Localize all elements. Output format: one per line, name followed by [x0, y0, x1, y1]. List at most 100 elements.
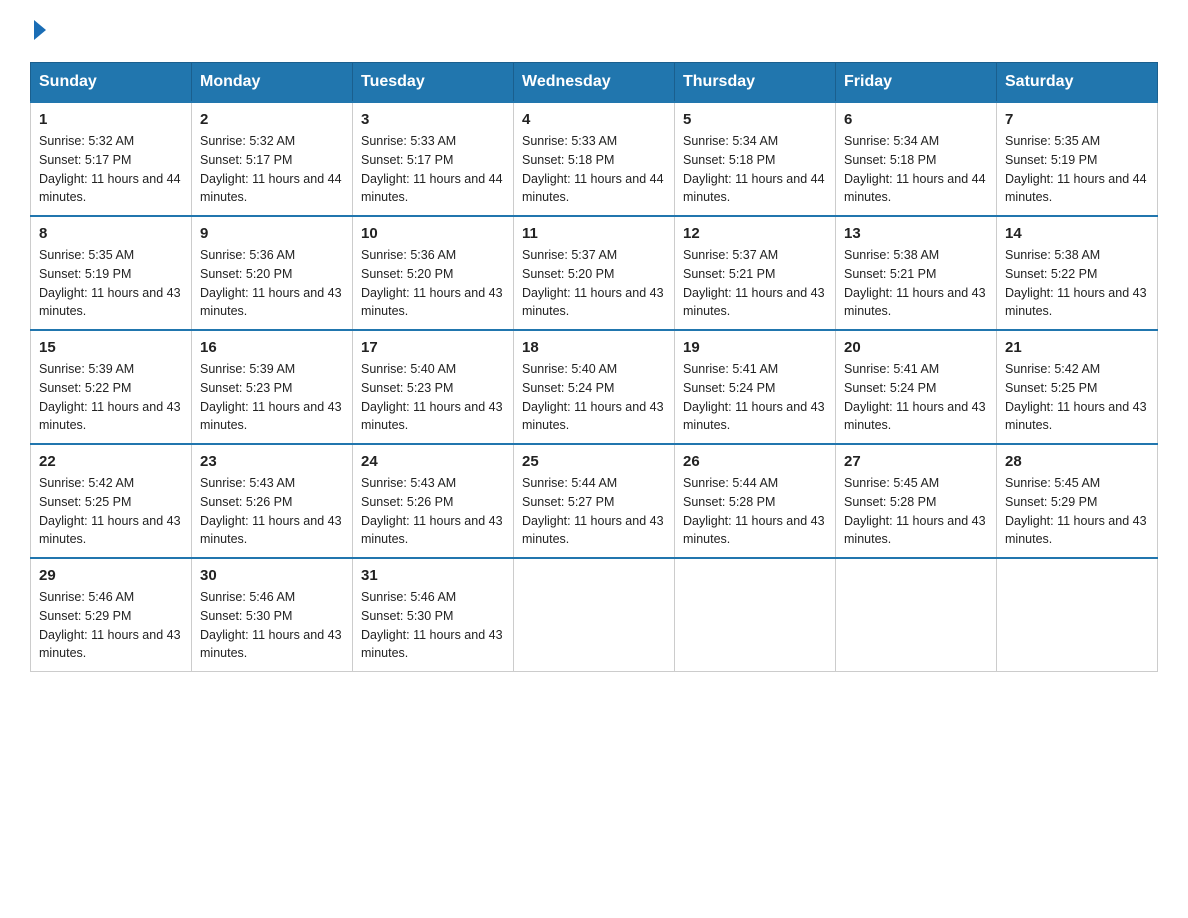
calendar-day-cell — [514, 558, 675, 672]
day-number: 1 — [39, 111, 183, 128]
day-info: Sunrise: 5:39 AMSunset: 5:23 PMDaylight:… — [200, 360, 344, 435]
day-number: 11 — [522, 225, 666, 242]
calendar-day-cell: 17 Sunrise: 5:40 AMSunset: 5:23 PMDayligh… — [353, 330, 514, 444]
day-number: 5 — [683, 111, 827, 128]
day-info: Sunrise: 5:40 AMSunset: 5:24 PMDaylight:… — [522, 360, 666, 435]
calendar-day-cell: 15 Sunrise: 5:39 AMSunset: 5:22 PMDayligh… — [31, 330, 192, 444]
calendar-day-cell: 25 Sunrise: 5:44 AMSunset: 5:27 PMDayligh… — [514, 444, 675, 558]
calendar-day-cell: 14Sunrise: 5:38 AMSunset: 5:22 PMDayligh… — [997, 216, 1158, 330]
calendar-day-cell: 18 Sunrise: 5:40 AMSunset: 5:24 PMDayligh… — [514, 330, 675, 444]
day-info: Sunrise: 5:38 AMSunset: 5:21 PMDaylight:… — [844, 246, 988, 321]
calendar-day-cell: 26 Sunrise: 5:44 AMSunset: 5:28 PMDayligh… — [675, 444, 836, 558]
day-number: 4 — [522, 111, 666, 128]
day-number: 26 — [683, 453, 827, 470]
day-number: 2 — [200, 111, 344, 128]
day-number: 31 — [361, 567, 505, 584]
day-number: 9 — [200, 225, 344, 242]
day-info: Sunrise: 5:36 AMSunset: 5:20 PMDaylight:… — [200, 246, 344, 321]
day-number: 29 — [39, 567, 183, 584]
day-number: 30 — [200, 567, 344, 584]
weekday-header-monday: Monday — [192, 63, 353, 103]
calendar-day-cell: 28Sunrise: 5:45 AMSunset: 5:29 PMDayligh… — [997, 444, 1158, 558]
day-info: Sunrise: 5:46 AMSunset: 5:30 PMDaylight:… — [200, 588, 344, 663]
day-info: Sunrise: 5:32 AMSunset: 5:17 PMDaylight:… — [39, 132, 183, 207]
page-header — [30, 20, 1158, 42]
day-info: Sunrise: 5:43 AMSunset: 5:26 PMDaylight:… — [361, 474, 505, 549]
day-number: 27 — [844, 453, 988, 470]
day-number: 15 — [39, 339, 183, 356]
calendar-day-cell: 31 Sunrise: 5:46 AMSunset: 5:30 PMDayligh… — [353, 558, 514, 672]
day-number: 14 — [1005, 225, 1149, 242]
calendar-day-cell — [675, 558, 836, 672]
day-number: 17 — [361, 339, 505, 356]
day-number: 10 — [361, 225, 505, 242]
day-number: 12 — [683, 225, 827, 242]
calendar-day-cell: 12 Sunrise: 5:37 AMSunset: 5:21 PMDayligh… — [675, 216, 836, 330]
day-number: 22 — [39, 453, 183, 470]
day-number: 19 — [683, 339, 827, 356]
calendar-day-cell: 1 Sunrise: 5:32 AMSunset: 5:17 PMDaylight… — [31, 102, 192, 216]
day-number: 23 — [200, 453, 344, 470]
calendar-day-cell: 7 Sunrise: 5:35 AMSunset: 5:19 PMDaylight… — [997, 102, 1158, 216]
day-number: 7 — [1005, 111, 1149, 128]
day-info: Sunrise: 5:33 AMSunset: 5:17 PMDaylight:… — [361, 132, 505, 207]
day-info: Sunrise: 5:40 AMSunset: 5:23 PMDaylight:… — [361, 360, 505, 435]
weekday-header-saturday: Saturday — [997, 63, 1158, 103]
calendar-day-cell: 22 Sunrise: 5:42 AMSunset: 5:25 PMDayligh… — [31, 444, 192, 558]
calendar-week-row: 8 Sunrise: 5:35 AMSunset: 5:19 PMDaylight… — [31, 216, 1158, 330]
calendar-week-row: 15 Sunrise: 5:39 AMSunset: 5:22 PMDayligh… — [31, 330, 1158, 444]
calendar-day-cell — [997, 558, 1158, 672]
day-number: 20 — [844, 339, 988, 356]
calendar-day-cell: 16 Sunrise: 5:39 AMSunset: 5:23 PMDayligh… — [192, 330, 353, 444]
day-info: Sunrise: 5:45 AMSunset: 5:28 PMDaylight:… — [844, 474, 988, 549]
day-info: Sunrise: 5:34 AMSunset: 5:18 PMDaylight:… — [683, 132, 827, 207]
day-number: 18 — [522, 339, 666, 356]
weekday-header-tuesday: Tuesday — [353, 63, 514, 103]
day-info: Sunrise: 5:41 AMSunset: 5:24 PMDaylight:… — [844, 360, 988, 435]
calendar-day-cell: 23Sunrise: 5:43 AMSunset: 5:26 PMDayligh… — [192, 444, 353, 558]
day-info: Sunrise: 5:44 AMSunset: 5:27 PMDaylight:… — [522, 474, 666, 549]
day-number: 8 — [39, 225, 183, 242]
calendar-day-cell: 5 Sunrise: 5:34 AMSunset: 5:18 PMDaylight… — [675, 102, 836, 216]
day-info: Sunrise: 5:39 AMSunset: 5:22 PMDaylight:… — [39, 360, 183, 435]
day-info: Sunrise: 5:32 AMSunset: 5:17 PMDaylight:… — [200, 132, 344, 207]
day-info: Sunrise: 5:46 AMSunset: 5:30 PMDaylight:… — [361, 588, 505, 663]
calendar-day-cell: 6 Sunrise: 5:34 AMSunset: 5:18 PMDaylight… — [836, 102, 997, 216]
day-number: 21 — [1005, 339, 1149, 356]
calendar-day-cell: 10 Sunrise: 5:36 AMSunset: 5:20 PMDayligh… — [353, 216, 514, 330]
calendar-day-cell — [836, 558, 997, 672]
weekday-header-sunday: Sunday — [31, 63, 192, 103]
day-info: Sunrise: 5:42 AMSunset: 5:25 PMDaylight:… — [39, 474, 183, 549]
day-info: Sunrise: 5:37 AMSunset: 5:21 PMDaylight:… — [683, 246, 827, 321]
day-info: Sunrise: 5:35 AMSunset: 5:19 PMDaylight:… — [39, 246, 183, 321]
calendar-day-cell: 13Sunrise: 5:38 AMSunset: 5:21 PMDayligh… — [836, 216, 997, 330]
logo — [30, 20, 46, 42]
day-info: Sunrise: 5:46 AMSunset: 5:29 PMDaylight:… — [39, 588, 183, 663]
day-info: Sunrise: 5:34 AMSunset: 5:18 PMDaylight:… — [844, 132, 988, 207]
day-number: 3 — [361, 111, 505, 128]
calendar-day-cell: 3 Sunrise: 5:33 AMSunset: 5:17 PMDaylight… — [353, 102, 514, 216]
weekday-header-friday: Friday — [836, 63, 997, 103]
day-number: 16 — [200, 339, 344, 356]
calendar-week-row: 1 Sunrise: 5:32 AMSunset: 5:17 PMDaylight… — [31, 102, 1158, 216]
day-number: 6 — [844, 111, 988, 128]
day-number: 24 — [361, 453, 505, 470]
day-info: Sunrise: 5:36 AMSunset: 5:20 PMDaylight:… — [361, 246, 505, 321]
day-number: 25 — [522, 453, 666, 470]
calendar-day-cell: 11Sunrise: 5:37 AMSunset: 5:20 PMDayligh… — [514, 216, 675, 330]
calendar-day-cell: 24 Sunrise: 5:43 AMSunset: 5:26 PMDayligh… — [353, 444, 514, 558]
calendar-day-cell: 27 Sunrise: 5:45 AMSunset: 5:28 PMDayligh… — [836, 444, 997, 558]
day-info: Sunrise: 5:35 AMSunset: 5:19 PMDaylight:… — [1005, 132, 1149, 207]
calendar-day-cell: 8 Sunrise: 5:35 AMSunset: 5:19 PMDaylight… — [31, 216, 192, 330]
day-info: Sunrise: 5:41 AMSunset: 5:24 PMDaylight:… — [683, 360, 827, 435]
calendar-day-cell: 20 Sunrise: 5:41 AMSunset: 5:24 PMDayligh… — [836, 330, 997, 444]
weekday-header-thursday: Thursday — [675, 63, 836, 103]
day-info: Sunrise: 5:44 AMSunset: 5:28 PMDaylight:… — [683, 474, 827, 549]
weekday-header-row: SundayMondayTuesdayWednesdayThursdayFrid… — [31, 63, 1158, 103]
calendar-day-cell: 30 Sunrise: 5:46 AMSunset: 5:30 PMDayligh… — [192, 558, 353, 672]
calendar-day-cell: 4 Sunrise: 5:33 AMSunset: 5:18 PMDaylight… — [514, 102, 675, 216]
calendar-week-row: 29 Sunrise: 5:46 AMSunset: 5:29 PMDayligh… — [31, 558, 1158, 672]
day-info: Sunrise: 5:45 AMSunset: 5:29 PMDaylight:… — [1005, 474, 1149, 549]
calendar-table: SundayMondayTuesdayWednesdayThursdayFrid… — [30, 62, 1158, 672]
day-info: Sunrise: 5:33 AMSunset: 5:18 PMDaylight:… — [522, 132, 666, 207]
